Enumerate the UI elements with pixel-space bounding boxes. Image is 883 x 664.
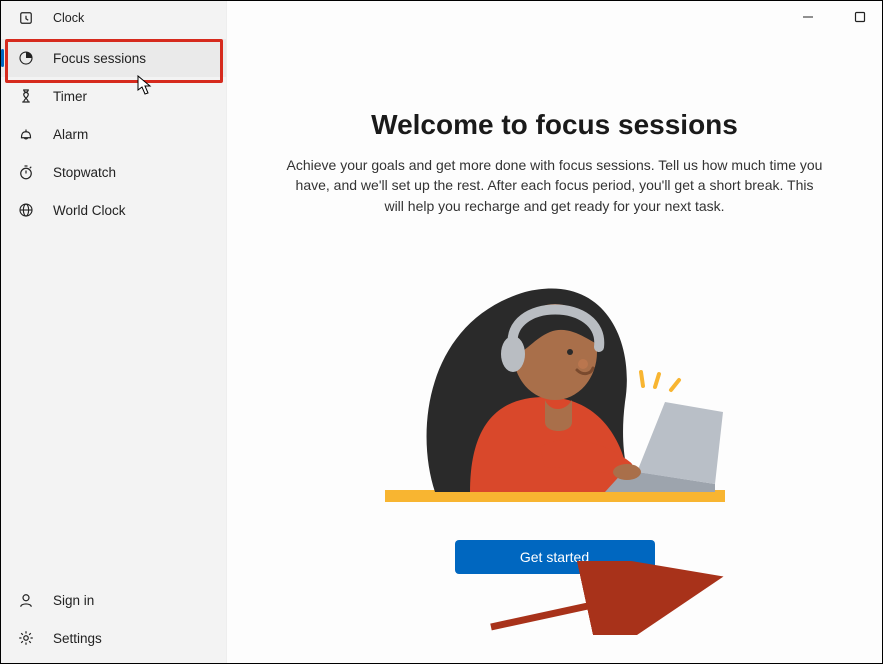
welcome-illustration xyxy=(375,252,735,512)
sidebar-item-stopwatch[interactable]: Stopwatch xyxy=(1,153,226,191)
clock-app-icon xyxy=(17,9,35,27)
sidebar-bottom: Sign in Settings xyxy=(1,581,226,663)
get-started-button[interactable]: Get started xyxy=(455,540,655,574)
welcome-content: Welcome to focus sessions Achieve your g… xyxy=(227,1,882,574)
sidebar-item-focus-sessions[interactable]: Focus sessions xyxy=(1,39,226,77)
world-clock-icon xyxy=(17,201,35,219)
settings-icon xyxy=(17,629,35,647)
sidebar: Clock Focus sessions Timer xyxy=(1,1,227,663)
main-content: Welcome to focus sessions Achieve your g… xyxy=(227,1,882,663)
sidebar-item-timer[interactable]: Timer xyxy=(1,77,226,115)
page-description: Achieve your goals and get more done wit… xyxy=(285,155,825,216)
focus-sessions-icon xyxy=(17,49,35,67)
sidebar-item-label: Sign in xyxy=(53,593,94,608)
sidebar-item-label: World Clock xyxy=(53,203,126,218)
page-headline: Welcome to focus sessions xyxy=(371,109,738,141)
signin-icon xyxy=(17,591,35,609)
alarm-icon xyxy=(17,125,35,143)
app-window: Clock Focus sessions Timer xyxy=(1,1,882,663)
maximize-button[interactable] xyxy=(846,7,874,27)
sidebar-item-label: Timer xyxy=(53,89,87,104)
app-title: Clock xyxy=(53,11,84,25)
stopwatch-icon xyxy=(17,163,35,181)
nav-list: Focus sessions Timer A xyxy=(1,35,226,229)
sidebar-item-label: Settings xyxy=(53,631,102,646)
minimize-button[interactable] xyxy=(794,7,822,27)
timer-icon xyxy=(17,87,35,105)
sidebar-item-settings[interactable]: Settings xyxy=(1,619,226,657)
window-controls xyxy=(794,7,874,27)
sidebar-item-label: Alarm xyxy=(53,127,88,142)
sidebar-item-world-clock[interactable]: World Clock xyxy=(1,191,226,229)
sidebar-item-label: Focus sessions xyxy=(53,51,146,66)
sidebar-item-alarm[interactable]: Alarm xyxy=(1,115,226,153)
sidebar-item-label: Stopwatch xyxy=(53,165,116,180)
sidebar-item-signin[interactable]: Sign in xyxy=(1,581,226,619)
app-title-row: Clock xyxy=(1,1,226,35)
